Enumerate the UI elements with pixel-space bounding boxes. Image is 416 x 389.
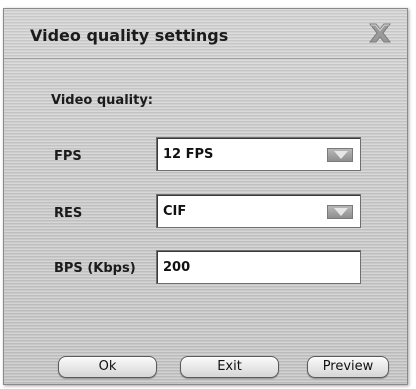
- exit-button[interactable]: Exit: [180, 356, 279, 378]
- bps-text-field[interactable]: [157, 251, 360, 283]
- res-dropdown[interactable]: CIF: [156, 194, 361, 228]
- close-x-icon: [368, 23, 392, 43]
- dialog-title: Video quality settings: [30, 26, 229, 45]
- chevron-down-icon: [334, 208, 348, 216]
- chevron-down-icon: [334, 151, 348, 159]
- video-quality-dialog: Video quality settings Video quality: FP…: [3, 8, 408, 385]
- dialog-titlebar[interactable]: Video quality settings: [4, 9, 407, 59]
- fps-dropdown[interactable]: 12 FPS: [156, 137, 361, 171]
- bps-label: BPS (Kbps): [54, 261, 136, 276]
- res-label: RES: [54, 206, 83, 221]
- ok-button[interactable]: Ok: [58, 356, 157, 378]
- page: Video quality settings Video quality: FP…: [0, 0, 416, 389]
- fps-dropdown-button[interactable]: [327, 148, 353, 162]
- preview-button[interactable]: Preview: [307, 356, 389, 378]
- fps-selected-value: 12 FPS: [163, 147, 214, 162]
- bps-input[interactable]: [156, 250, 361, 284]
- fps-label: FPS: [54, 149, 82, 164]
- video-quality-heading: Video quality:: [51, 93, 154, 108]
- res-dropdown-button[interactable]: [327, 205, 353, 219]
- close-button[interactable]: [365, 20, 395, 46]
- res-selected-value: CIF: [163, 204, 187, 219]
